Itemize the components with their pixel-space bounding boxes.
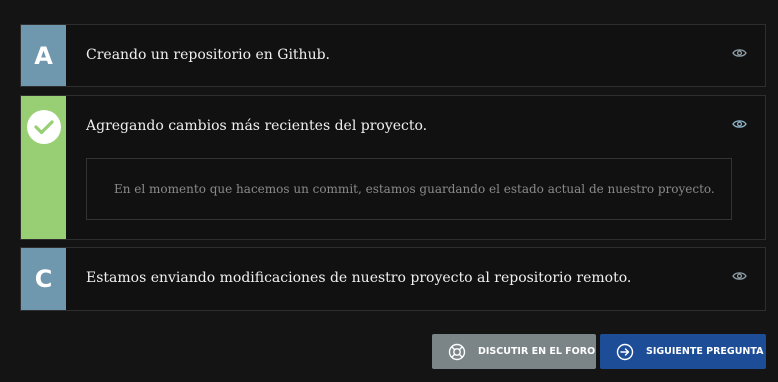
discuss-forum-button[interactable]: DISCUTIR EN EL FORO <box>432 334 596 369</box>
discuss-forum-label: DISCUTIR EN EL FORO <box>478 346 596 357</box>
option-text: Agregando cambios más recientes del proy… <box>86 118 428 134</box>
eye-icon[interactable] <box>732 48 747 58</box>
answer-option-c[interactable]: C Estamos enviando modificaciones de nue… <box>20 247 766 311</box>
check-icon <box>26 110 61 144</box>
option-explanation: En el momento que hacemos un commit, est… <box>86 158 732 220</box>
answer-option-a[interactable]: A Creando un repositorio en Github. <box>20 24 766 87</box>
lifebuoy-icon <box>448 343 466 360</box>
next-question-button[interactable]: SIGUIENTE PREGUNTA <box>600 334 766 369</box>
eye-icon[interactable] <box>732 271 747 281</box>
option-letter-badge: C <box>21 248 66 310</box>
next-question-label: SIGUIENTE PREGUNTA <box>646 346 764 357</box>
option-correct-badge <box>21 96 66 239</box>
option-text: Estamos enviando modificaciones de nuest… <box>86 270 632 286</box>
option-text: Creando un repositorio en Github. <box>86 47 330 63</box>
option-letter-badge: A <box>21 25 66 86</box>
answer-option-b[interactable]: Agregando cambios más recientes del proy… <box>20 95 766 240</box>
eye-icon[interactable] <box>732 119 747 129</box>
arrow-right-circle-icon <box>616 343 634 360</box>
